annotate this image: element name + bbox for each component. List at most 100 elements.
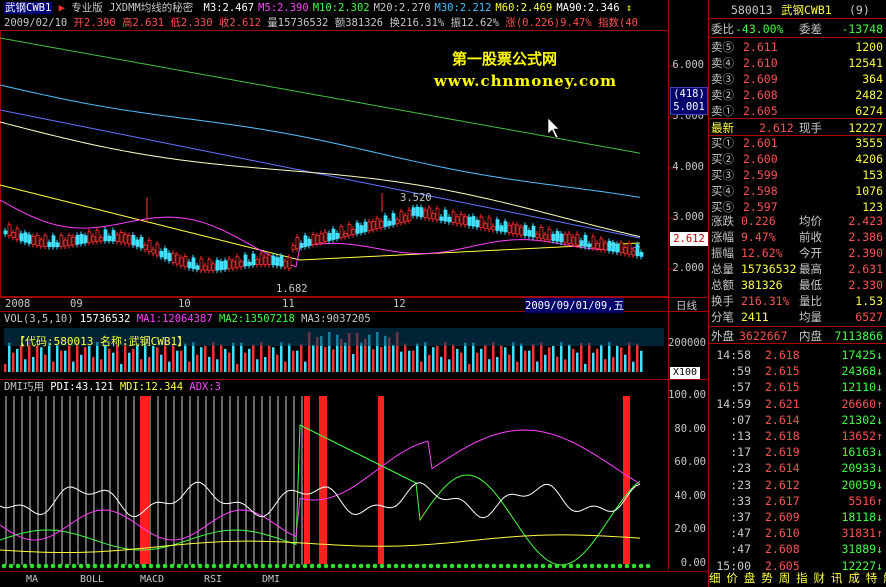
volume-bar (188, 361, 191, 372)
dmi-dot (512, 563, 518, 569)
play-icon[interactable]: ▶ (59, 2, 65, 14)
volume-bar (248, 348, 251, 372)
tab-rsi[interactable]: RSI (204, 574, 222, 585)
dmi-dot (540, 563, 546, 569)
candle-body (143, 244, 148, 251)
volume-bar (32, 356, 35, 372)
volume-bar (100, 359, 103, 372)
price-axis-label: 6.000 (672, 59, 704, 71)
candle-body (95, 229, 100, 242)
candle-body (195, 265, 200, 270)
volume-bar (508, 354, 511, 372)
dmi-dot (477, 563, 483, 569)
tab-ma[interactable]: MA (26, 574, 38, 585)
ma-value: M5:2.390 (258, 2, 309, 14)
index-value: 指数(40 (598, 17, 638, 29)
volume-bar (256, 359, 259, 372)
volume-value: 量15736532 (267, 17, 329, 29)
candle-body (623, 247, 628, 254)
dmi-dot (603, 563, 609, 569)
candle-body (343, 232, 348, 237)
price-axis-label: 2.000 (672, 262, 704, 274)
candle-body (395, 219, 400, 224)
outer-value: 3622667 (739, 329, 788, 343)
volume-bar (572, 348, 575, 372)
volume-bar (236, 363, 239, 372)
quote-title: 580013 武钢CWB1 (9) (709, 1, 886, 19)
candle-body (331, 228, 336, 240)
volume-bar (60, 350, 63, 372)
volume-code-label: 【代码:580013 名称:武钢CWB1】 (14, 335, 189, 348)
tab-macd[interactable]: MACD (140, 574, 164, 585)
volume-bar (4, 364, 7, 372)
candle-body (263, 256, 268, 265)
candle-body (527, 230, 532, 237)
footer-tabs[interactable]: 细 价 盘 势 周 指 财 讯 成 特 解 (709, 569, 886, 587)
volume-bar (168, 361, 171, 372)
arrow-icon[interactable]: ⇕ (626, 2, 632, 14)
candle-body (283, 260, 288, 268)
low-value: 低2.330 (170, 17, 213, 29)
candle-body (355, 222, 360, 234)
candle-body (575, 234, 580, 246)
volume-bar (208, 356, 211, 372)
candle-body (339, 226, 344, 238)
candle-body (27, 234, 32, 244)
dmi-dot (267, 563, 273, 569)
volume-bar (260, 342, 263, 372)
period-label[interactable]: 日线 (676, 298, 697, 313)
ma-line-cyan (0, 84, 641, 198)
candle-body (15, 228, 20, 240)
tab-dmi[interactable]: DMI (262, 574, 280, 585)
formula-name[interactable]: JXDMM均线的秘密 (109, 2, 193, 14)
quote-name: 武钢CWB1 (781, 3, 832, 17)
dmi-dot (274, 563, 280, 569)
candle-body (59, 235, 64, 247)
candle-body (319, 233, 324, 243)
candle-body (215, 259, 220, 271)
stat-label: 均量 (799, 310, 822, 324)
volume-bar (196, 354, 199, 372)
volume-bar (372, 349, 375, 372)
volume-bar (432, 347, 435, 372)
diff-label: 委差 (799, 22, 822, 36)
chart-header-line2: 2009/02/10 开2.390 高2.631 低2.330 收2.612 量… (4, 16, 638, 31)
dmi-dot (505, 563, 511, 569)
candle-body (311, 234, 316, 245)
dmi-dot (596, 563, 602, 569)
price-pane-border (0, 30, 669, 297)
candle-body (551, 233, 556, 241)
dmi-dot (379, 563, 385, 569)
dmi-axis-label: 0.00 (680, 557, 706, 569)
dmi-dot (330, 563, 336, 569)
candle-body (535, 233, 540, 239)
dmi-dot (197, 563, 203, 569)
dmi-adx: ADX:3 (189, 381, 221, 393)
candle-body (515, 224, 520, 235)
candle-body (307, 239, 312, 246)
volume-bar (444, 342, 447, 372)
tab-boll[interactable]: BOLL (80, 574, 104, 585)
candle-body (471, 216, 476, 227)
candle-body (615, 243, 620, 253)
price-badge-count: (418) (673, 88, 705, 100)
outer-inner-row: 外盘 3622667 内盘 7113866 (709, 326, 886, 344)
stock-name[interactable]: 武钢CWB1 (4, 2, 53, 14)
volume-bar (480, 348, 483, 372)
candle-body (243, 254, 248, 267)
candle-body (247, 261, 252, 266)
candle-body (107, 235, 112, 242)
candle-body (3, 230, 8, 235)
dmi-dot (582, 563, 588, 569)
volume-bar (280, 342, 283, 372)
candle-body (291, 245, 296, 250)
candle-body (603, 242, 608, 251)
volume-bar (88, 345, 91, 372)
volume-bar (140, 359, 143, 372)
candle-body (39, 239, 44, 247)
volume-bar (568, 344, 571, 372)
bar-date: 2009/02/10 (4, 17, 68, 29)
candle-body (583, 234, 588, 247)
volume-bar (84, 347, 87, 372)
volume-bar (64, 350, 67, 372)
